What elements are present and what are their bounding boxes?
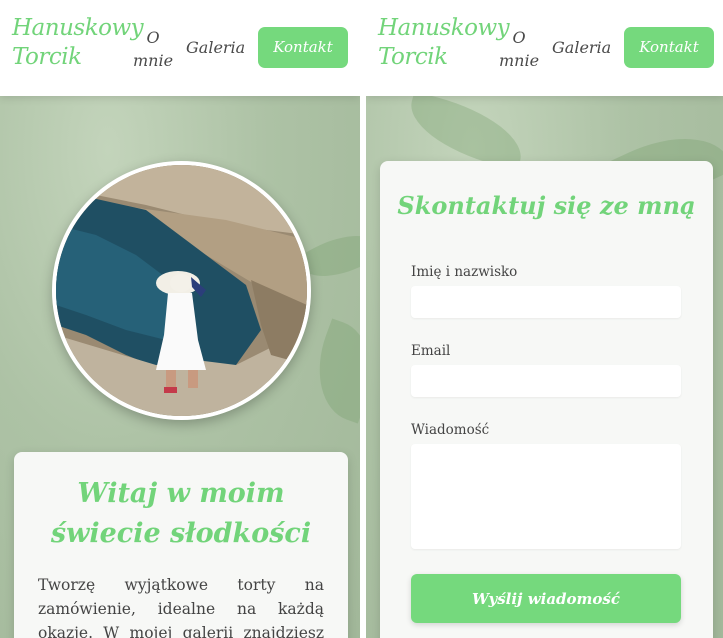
nav-link-about[interactable]: O mnie: [499, 26, 539, 72]
nav-link-gallery[interactable]: Galeria: [186, 38, 245, 57]
leaf-decoration: [301, 318, 360, 424]
nav-contact-button[interactable]: Kontakt: [624, 27, 714, 68]
nav-link-gallery[interactable]: Galeria: [552, 38, 611, 57]
logo-line: Torcik: [378, 44, 448, 70]
email-input[interactable]: [411, 365, 681, 397]
site-header: Hanuskowy Torcik O mnie Galeria Kontakt: [0, 0, 360, 96]
contact-page-panel: Hanuskowy Torcik O mnie Galeria Kontakt …: [366, 0, 723, 638]
home-page-panel: Hanuskowy Torcik O mnie Galeria Kontakt: [0, 0, 360, 638]
site-logo[interactable]: Hanuskowy Torcik: [378, 14, 510, 72]
nav-label: O: [146, 28, 160, 47]
welcome-title: Witaj w moim świecie słodkości: [50, 478, 312, 549]
name-label: Imię i nazwisko: [411, 264, 518, 280]
leaf-decoration: [401, 91, 531, 171]
welcome-card: Witaj w moim świecie słodkości Tworzę wy…: [14, 452, 348, 638]
logo-line: Torcik: [12, 44, 82, 70]
contact-form-card: Skontaktuj się ze mną Imię i nazwisko Em…: [380, 161, 713, 638]
email-label: Email: [411, 343, 451, 359]
nav-label: mnie: [499, 51, 540, 70]
logo-line: Hanuskowy: [12, 15, 144, 41]
site-logo[interactable]: Hanuskowy Torcik: [12, 14, 144, 72]
logo-line: Hanuskowy: [378, 15, 510, 41]
portrait-illustration: [56, 165, 307, 416]
nav-label: O: [512, 28, 526, 47]
send-message-button[interactable]: Wyślij wiadomość: [411, 574, 681, 623]
welcome-text: Tworzę wyjątkowe torty na zamówienie, id…: [38, 576, 324, 638]
contact-form-title: Skontaktuj się ze mną: [397, 191, 696, 220]
name-input[interactable]: [411, 286, 681, 318]
message-textarea[interactable]: [411, 444, 681, 549]
nav-contact-button[interactable]: Kontakt: [258, 27, 348, 68]
message-label: Wiadomość: [411, 422, 490, 438]
nav-link-about[interactable]: O mnie: [133, 26, 173, 72]
nav-label: mnie: [133, 51, 174, 70]
portrait-photo: [52, 161, 311, 420]
site-header: Hanuskowy Torcik O mnie Galeria Kontakt: [366, 0, 723, 96]
